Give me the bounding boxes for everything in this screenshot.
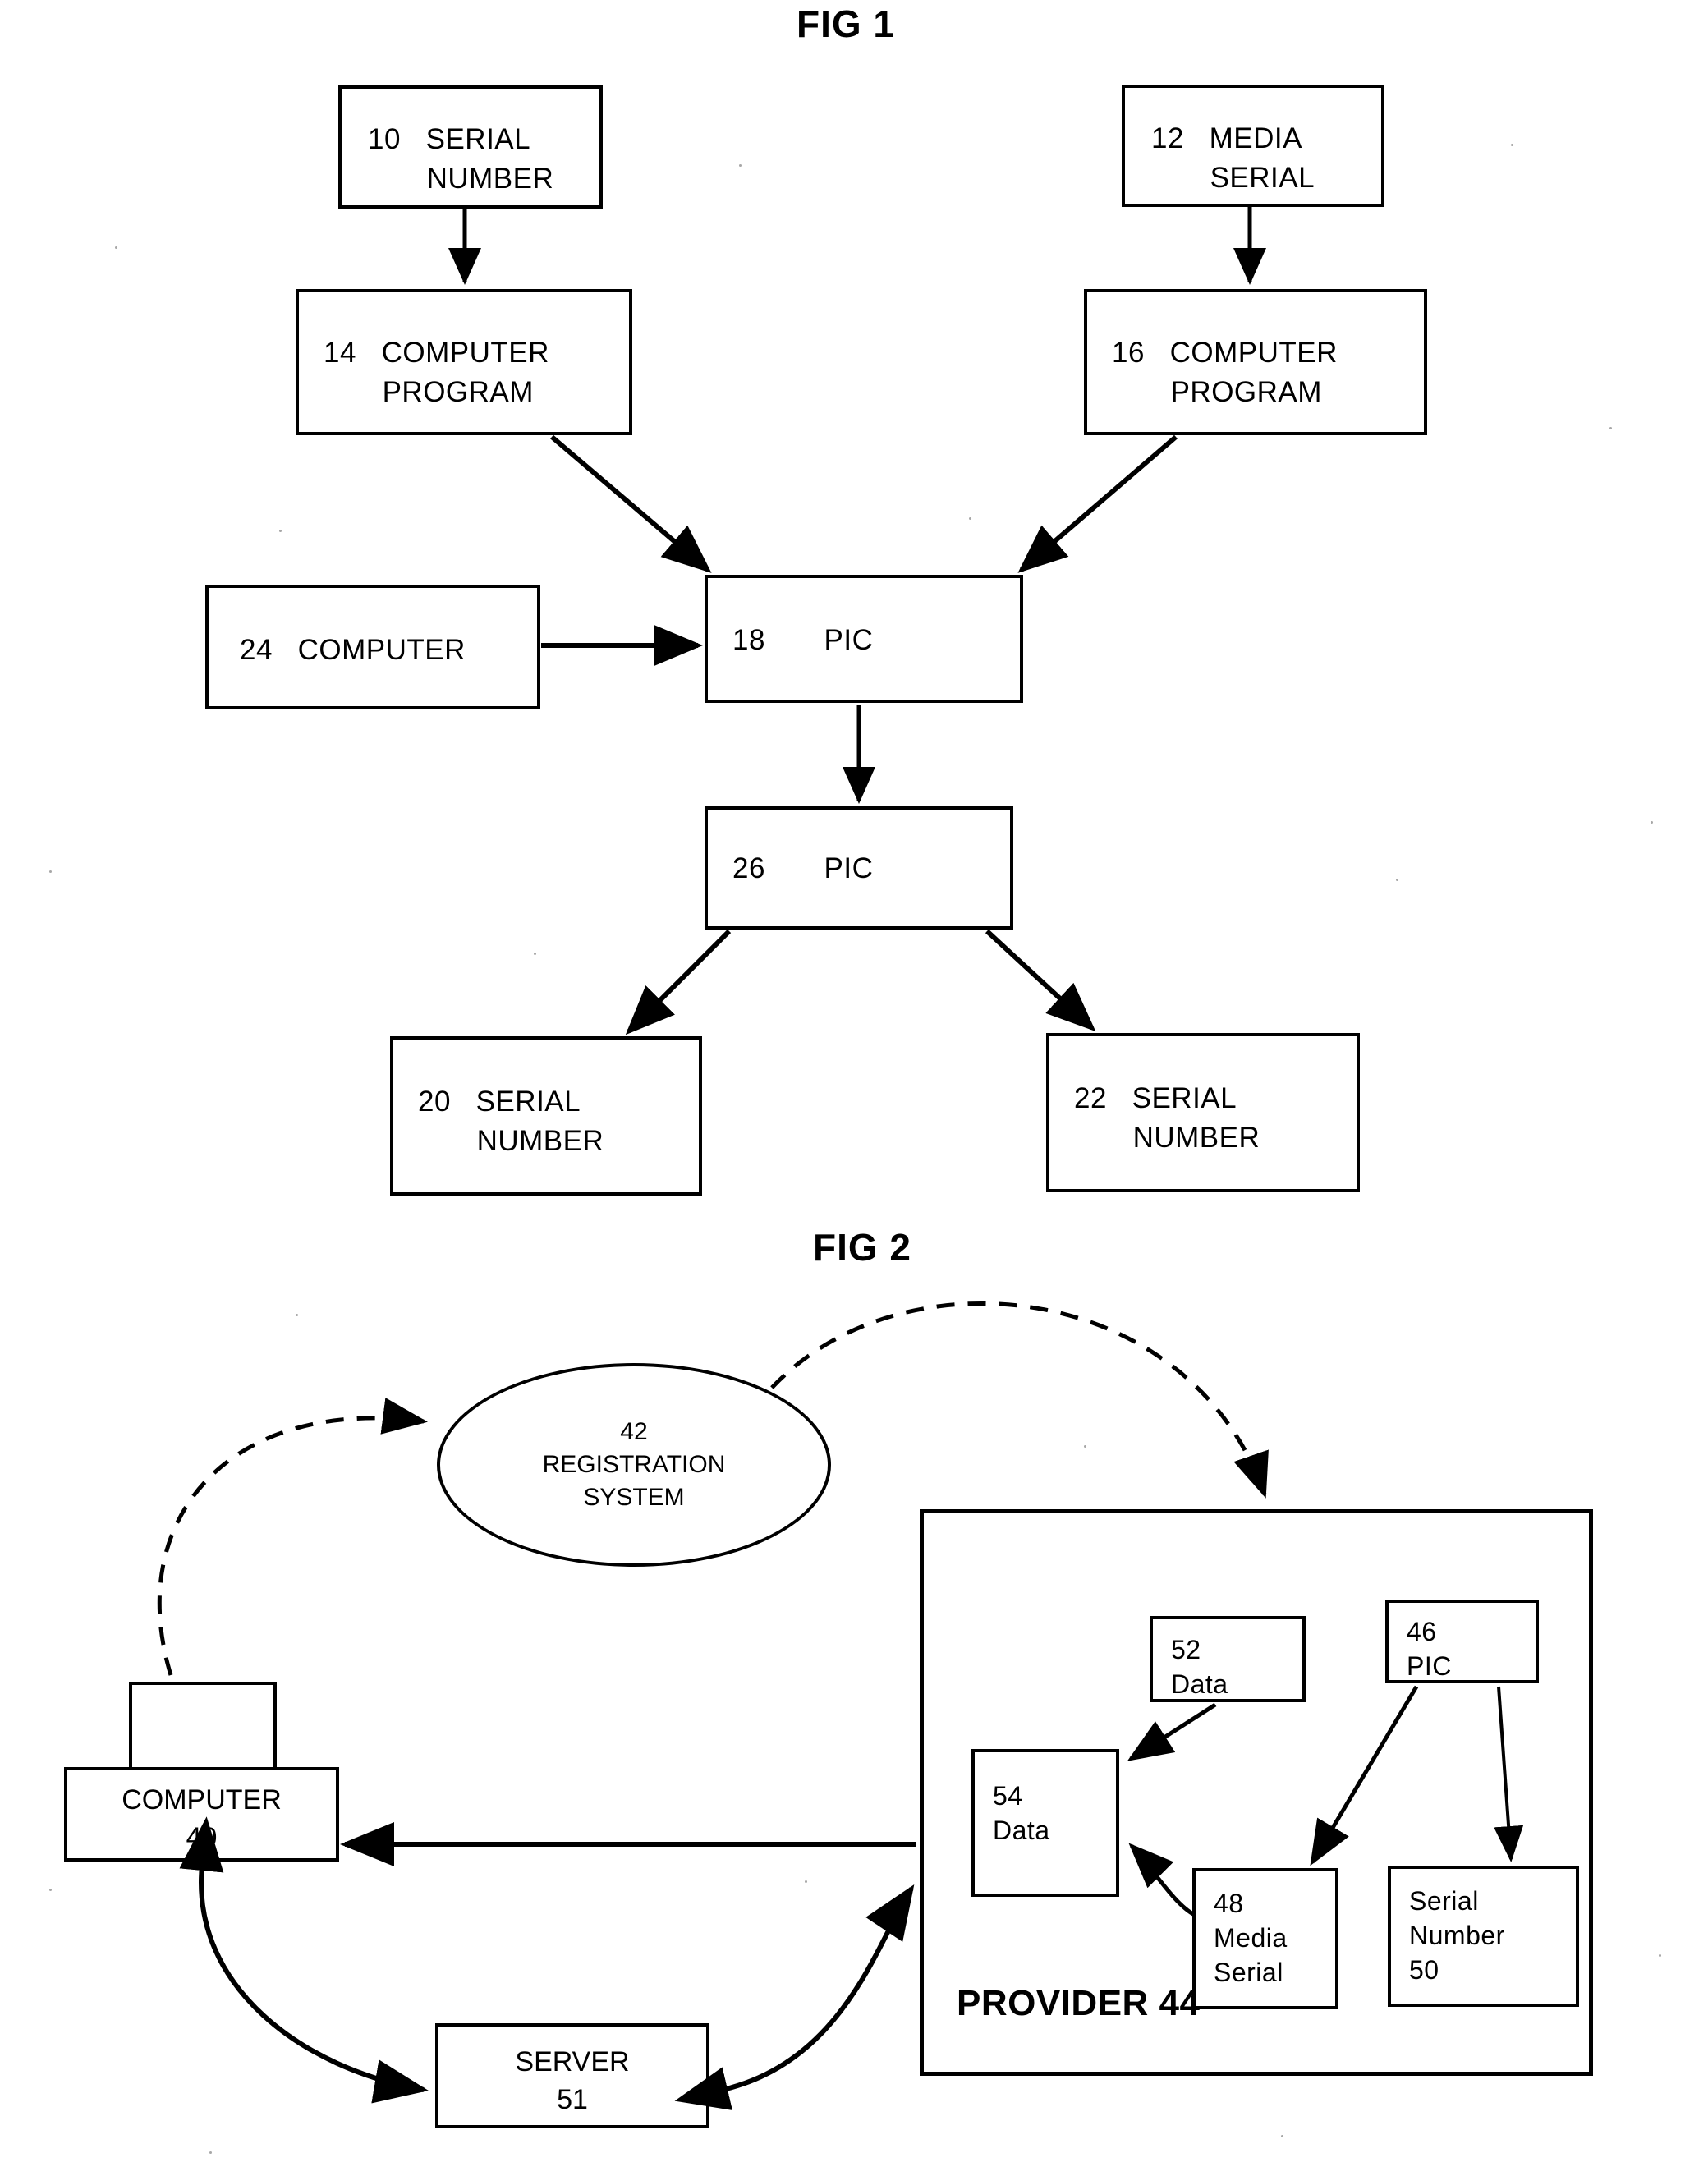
- fig2-computer-40: COMPUTER 40: [64, 1767, 339, 1862]
- fig1-node-26: 26 PIC: [705, 806, 1013, 930]
- fig2-node-54: 54 Data: [971, 1749, 1119, 1897]
- paper-speck: [739, 164, 742, 167]
- paper-speck: [279, 530, 282, 532]
- paper-speck: [49, 870, 52, 873]
- paper-speck: [1609, 427, 1612, 429]
- paper-speck: [1511, 144, 1513, 146]
- fig2-node-50: Serial Number 50: [1388, 1866, 1579, 2007]
- fig1-title: FIG 1: [796, 2, 896, 45]
- fig1-node-10-label: 10 SERIAL NUMBER: [368, 123, 554, 195]
- paper-speck: [1651, 821, 1653, 824]
- paper-speck: [969, 517, 971, 520]
- fig1-edge-26-20: [625, 929, 732, 1035]
- paper-speck: [296, 1314, 298, 1316]
- fig2-server-51-label: SERVER 51: [515, 2046, 630, 2115]
- paper-speck: [1396, 879, 1398, 881]
- fig1-node-12-label: 12 MEDIA SERIAL: [1151, 122, 1315, 194]
- patent-figure-page: FIG 1 10 SERIAL NUMBER 12 MEDIA SERIAL 1…: [0, 0, 1708, 2176]
- fig1-node-10: 10 SERIAL NUMBER: [338, 85, 603, 209]
- paper-speck: [805, 1880, 807, 1883]
- fig2-node-46: 46 PIC: [1385, 1600, 1539, 1683]
- fig1-node-14-label: 14 COMPUTER PROGRAM: [324, 337, 549, 408]
- fig2-node-52-label: 52 Data: [1171, 1635, 1228, 1699]
- fig2-node-50-label: Serial Number 50: [1409, 1886, 1505, 1985]
- fig1-node-26-label: 26 PIC: [732, 852, 874, 884]
- fig1-node-18: 18 PIC: [705, 575, 1023, 703]
- paper-speck: [534, 953, 536, 955]
- paper-speck: [209, 2151, 212, 2154]
- paper-speck: [1084, 1445, 1086, 1448]
- fig2-node-48: 48 Media Serial: [1192, 1868, 1338, 2009]
- fig2-edge-42-44: [770, 1301, 1269, 1499]
- paper-speck: [115, 246, 117, 249]
- fig1-node-22-label: 22 SERIAL NUMBER: [1074, 1082, 1260, 1154]
- fig1-node-16-label: 16 COMPUTER PROGRAM: [1112, 337, 1338, 408]
- fig2-provider-44-label: PROVIDER 44: [957, 1983, 1201, 2023]
- paper-speck: [49, 1889, 52, 1891]
- fig1-edge-16-18: [1017, 434, 1178, 573]
- fig2-registration-system-label: 42 REGISTRATION SYSTEM: [542, 1418, 726, 1511]
- fig1-node-20: 20 SERIAL NUMBER: [390, 1036, 702, 1196]
- fig2-registration-system: 42 REGISTRATION SYSTEM: [437, 1363, 831, 1567]
- fig2-node-54-label: 54 Data: [993, 1781, 1050, 1845]
- fig2-edge-51-44: [674, 1884, 915, 2110]
- fig2-node-48-label: 48 Media Serial: [1214, 1889, 1288, 1987]
- fig1-node-20-label: 20 SERIAL NUMBER: [418, 1086, 604, 1157]
- fig2-node-46-label: 46 PIC: [1407, 1617, 1452, 1681]
- fig1-node-18-label: 18 PIC: [732, 624, 874, 656]
- fig1-edge-14-18: [550, 434, 712, 573]
- fig1-node-24-label: 24 COMPUTER: [240, 634, 466, 666]
- fig2-edge-40-51: [179, 1816, 429, 2104]
- fig2-computer-40-label: COMPUTER 40: [122, 1784, 282, 1853]
- fig1-node-14: 14 COMPUTER PROGRAM: [296, 289, 632, 435]
- fig1-edge-26-22: [985, 929, 1096, 1032]
- fig1-node-16: 16 COMPUTER PROGRAM: [1084, 289, 1427, 435]
- fig2-node-52: 52 Data: [1150, 1616, 1306, 1702]
- paper-speck: [1659, 1954, 1661, 1957]
- fig2-server-51: SERVER 51: [435, 2023, 709, 2128]
- fig2-computer-monitor: [129, 1682, 277, 1770]
- paper-speck: [1281, 2135, 1283, 2137]
- fig1-node-22: 22 SERIAL NUMBER: [1046, 1033, 1360, 1192]
- fig1-node-12: 12 MEDIA SERIAL: [1122, 85, 1384, 207]
- fig2-edge-40-42: [157, 1398, 428, 1676]
- fig1-node-24: 24 COMPUTER: [205, 585, 540, 709]
- fig2-title: FIG 2: [812, 1226, 912, 1269]
